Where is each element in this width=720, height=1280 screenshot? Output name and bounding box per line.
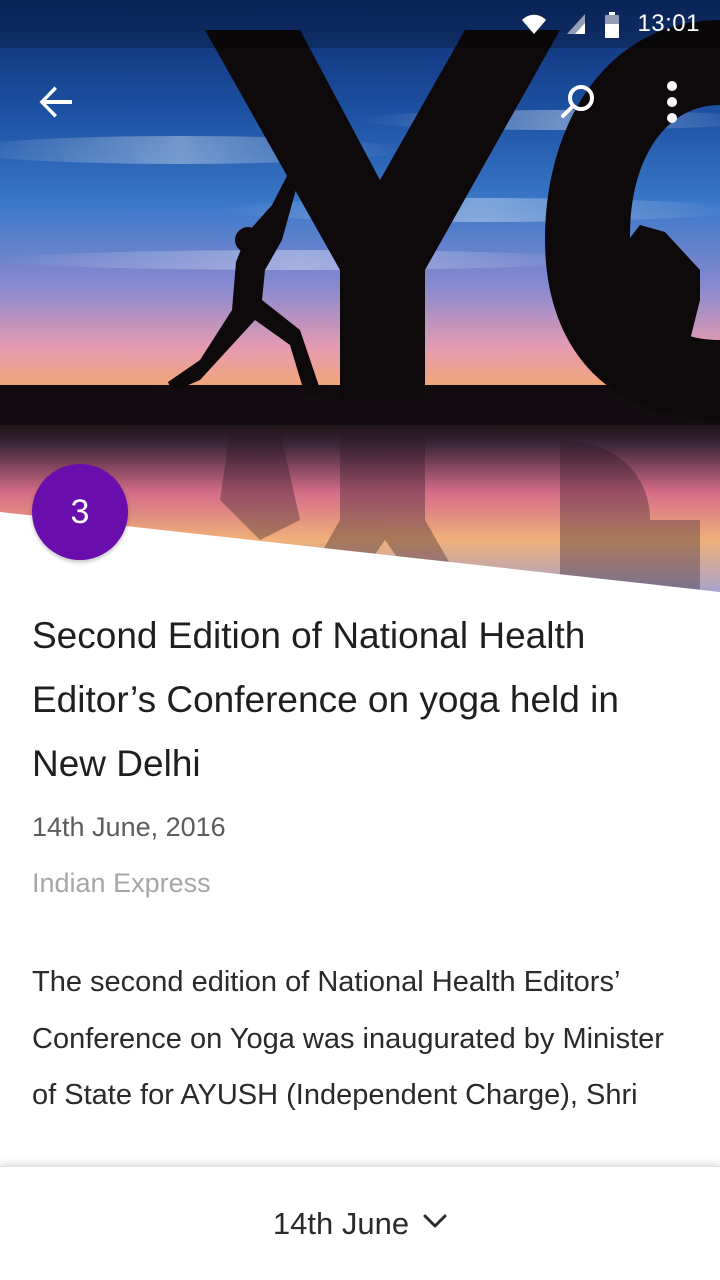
status-time: 13:01	[637, 10, 700, 37]
article-date: 14th June, 2016	[32, 812, 226, 842]
article-body: The second edition of National Health Ed…	[32, 966, 664, 1111]
story-number-badge: 3	[32, 464, 128, 560]
search-button[interactable]	[546, 72, 610, 136]
battery-icon	[605, 12, 620, 38]
wifi-icon	[521, 12, 547, 36]
more-options-button[interactable]	[640, 72, 704, 136]
article-title: Second Edition of National Health Editor…	[32, 615, 619, 784]
back-button[interactable]	[24, 72, 88, 136]
chevron-down-icon	[423, 1213, 447, 1234]
date-selector-button[interactable]: 14th June	[0, 1166, 720, 1280]
date-selector-label: 14th June	[272, 1205, 410, 1241]
more-vert-icon	[666, 80, 678, 129]
search-icon	[558, 82, 598, 127]
badge-number: 3	[70, 492, 90, 531]
cell-signal-icon	[565, 12, 587, 36]
app-bar	[0, 48, 720, 160]
back-arrow-icon	[38, 84, 74, 125]
status-bar: 13:01	[0, 0, 720, 48]
article-source[interactable]: Indian Express	[32, 868, 211, 899]
